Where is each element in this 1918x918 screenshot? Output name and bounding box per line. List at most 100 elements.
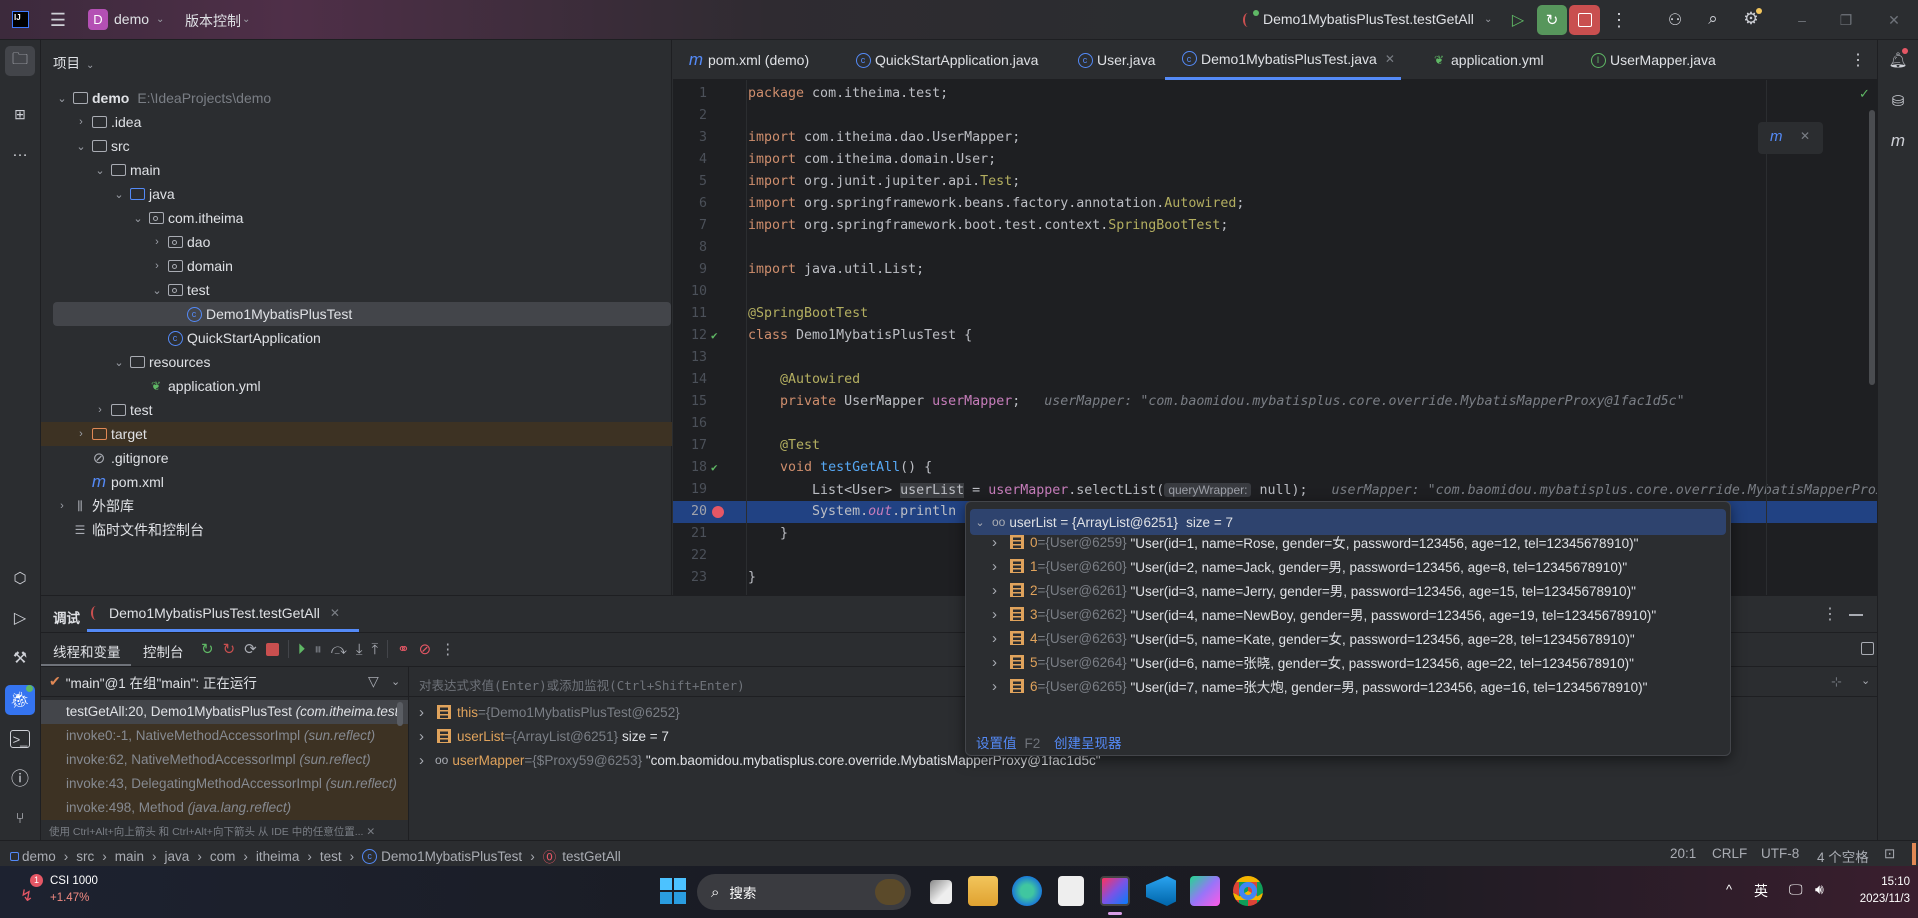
file-encoding[interactable]: UTF-8 xyxy=(1761,846,1799,861)
tree-item[interactable]: ⌄ resources xyxy=(41,350,672,374)
frames-scrollbar[interactable] xyxy=(397,702,403,726)
run-tool-icon[interactable]: ▷ xyxy=(8,606,32,630)
filter-icon[interactable]: ▽ xyxy=(368,673,379,690)
chevron-right-icon[interactable]: › xyxy=(992,582,1006,599)
close-icon[interactable]: ✕ xyxy=(366,826,375,838)
maven-icon[interactable]: m xyxy=(1887,130,1909,152)
popup-item-row[interactable]: › 4 = {User@6263} "User(id=5, name=Kate, … xyxy=(992,626,1635,650)
tree-item[interactable]: ❦ application.yml xyxy=(41,374,672,398)
editor-tab[interactable]: ❦ application.yml xyxy=(1428,40,1544,80)
chevron-down-icon[interactable]: ⌄ xyxy=(1861,674,1870,687)
editor-tab[interactable]: c Demo1MybatisPlusTest.java ✕ xyxy=(1165,40,1401,80)
tree-item[interactable]: › dao xyxy=(41,230,672,254)
editor-tab[interactable]: c QuickStartApplication.java xyxy=(852,40,1038,80)
main-menu-icon[interactable]: ☰ xyxy=(48,10,68,30)
chevron-right-icon[interactable]: › xyxy=(992,558,1006,575)
git-icon[interactable]: ⑂ xyxy=(8,806,32,830)
code-line[interactable]: 19 List<User> userList = userMapper.sele… xyxy=(673,479,1877,501)
chrome-icon[interactable] xyxy=(1233,876,1263,906)
code-line[interactable]: 2 xyxy=(673,105,1877,127)
resume-icon[interactable]: ⏵ xyxy=(298,641,306,658)
stack-frame[interactable]: invoke:62, NativeMethodAccessorImpl (sun… xyxy=(41,748,408,772)
stock-widget[interactable]: ↯ 1 CSI 1000 +1.47% xyxy=(20,874,110,912)
code-line[interactable]: 3 import com.itheima.dao.UserMapper; xyxy=(673,127,1877,149)
tree-item[interactable]: ☰ 临时文件和控制台 xyxy=(41,518,672,542)
chevron-down-icon[interactable]: ⌄ xyxy=(74,140,88,153)
editor-tab[interactable]: I UserMapper.java xyxy=(1587,40,1716,80)
chevron-down-icon[interactable]: ⌄ xyxy=(242,14,250,25)
tab-more-icon[interactable]: ⋮ xyxy=(1850,50,1866,70)
chevron-down-icon[interactable]: ⌄ xyxy=(1484,14,1492,25)
stop-icon[interactable] xyxy=(265,642,279,656)
tree-item[interactable]: › domain xyxy=(41,254,672,278)
edge-browser-icon[interactable] xyxy=(1012,876,1042,906)
chevron-down-icon[interactable]: ⌄ xyxy=(55,92,69,105)
chevron-down-icon[interactable]: ⌄ xyxy=(391,675,400,688)
clock[interactable]: 15:10 2023/11/3 xyxy=(1840,874,1910,908)
thread-selector[interactable]: ✔ "main"@1 在组"main": 正在运行 ▽ ⌄ xyxy=(41,667,408,697)
popup-item-row[interactable]: › 5 = {User@6264} "User(id=6, name=张晓, ge… xyxy=(992,650,1634,674)
stop-button[interactable] xyxy=(1569,5,1600,35)
code-line[interactable]: 5 import org.junit.jupiter.api.Test; xyxy=(673,171,1877,193)
chevron-right-icon[interactable]: › xyxy=(55,500,69,512)
vcs-menu[interactable]: 版本控制 xyxy=(185,11,241,31)
popup-item-row[interactable]: › 6 = {User@6265} "User(id=7, name=张大炮, g… xyxy=(992,674,1647,698)
chevron-right-icon[interactable]: › xyxy=(419,752,433,769)
debug-options-icon[interactable]: ⋮ xyxy=(1822,604,1838,624)
tree-item[interactable]: c Demo1MybatisPlusTest xyxy=(53,302,671,326)
chevron-right-icon[interactable]: › xyxy=(74,428,88,440)
more-icon[interactable]: ⋮ xyxy=(440,640,455,658)
code-line[interactable]: 16 xyxy=(673,413,1877,435)
network-icon[interactable]: 🖵︎ xyxy=(1789,881,1803,898)
popup-item-row[interactable]: › 3 = {User@6262} "User(id=4, name=NewBoy… xyxy=(992,602,1656,626)
build-hammer-icon[interactable]: ⚒ xyxy=(8,646,32,670)
editor-tab[interactable]: c User.java xyxy=(1074,40,1155,80)
tree-item[interactable]: › test xyxy=(41,398,672,422)
code-line[interactable]: 12 ✔ class Demo1MybatisPlusTest { xyxy=(673,325,1877,347)
breadcrumb-item[interactable]: demo xyxy=(22,849,56,864)
structure-tool-icon[interactable]: ⊞ xyxy=(8,102,32,126)
stack-frame[interactable]: invoke:498, Method (java.lang.reflect) xyxy=(41,796,408,820)
code-line[interactable]: 17 @Test xyxy=(673,435,1877,457)
run-icon[interactable]: ▷ xyxy=(1508,10,1528,30)
maven-reload-popup[interactable]: m ✕ xyxy=(1758,122,1823,154)
search-icon[interactable]: ⌕ xyxy=(1702,8,1724,30)
project-view-selector[interactable]: 项目 ⌄ xyxy=(53,52,94,72)
project-name-menu[interactable]: demo xyxy=(114,11,149,27)
close-icon[interactable]: ✕ xyxy=(1385,52,1395,66)
mute-breakpoints-icon[interactable]: ⊘ xyxy=(419,640,432,658)
breakpoint-icon[interactable] xyxy=(712,506,724,518)
add-user-icon[interactable]: ⚇ xyxy=(1664,9,1686,31)
minimize-icon[interactable]: – xyxy=(1792,10,1812,30)
taskbar-search[interactable]: ⌕ 搜索 xyxy=(697,874,911,910)
tray-overflow-icon[interactable]: ^ xyxy=(1726,882,1732,897)
chevron-right-icon[interactable]: › xyxy=(992,534,1006,551)
breadcrumb-item[interactable]: main xyxy=(115,849,144,864)
tree-item[interactable]: ⌄ src xyxy=(41,134,672,158)
variable-row[interactable]: › this = {Demo1MybatisPlusTest@6252} xyxy=(419,700,680,724)
maven-reload-icon[interactable]: m xyxy=(1770,128,1783,145)
chevron-down-icon[interactable]: ⌄ xyxy=(112,356,126,369)
create-renderer-link[interactable]: 创建呈现器 xyxy=(1054,732,1122,752)
step-out-icon[interactable]: ⤒ xyxy=(371,641,378,658)
code-line[interactable]: 13 xyxy=(673,347,1877,369)
close-icon[interactable]: ✕ xyxy=(330,606,340,620)
intellij-idea-taskbar-icon[interactable] xyxy=(1100,876,1130,906)
breadcrumb-item[interactable]: Demo1MybatisPlusTest xyxy=(381,849,522,864)
chevron-right-icon[interactable]: › xyxy=(93,404,107,416)
tree-item[interactable]: ⌄ com.itheima xyxy=(41,206,672,230)
line-separator[interactable]: CRLF xyxy=(1712,846,1747,861)
code-line[interactable]: 18 ✔ void testGetAll() { xyxy=(673,457,1877,479)
tree-item[interactable]: › ⫼ 外部库 xyxy=(41,494,672,518)
popup-item-row[interactable]: › 0 = {User@6259} "User(id=1, name=Rose, … xyxy=(992,530,1638,554)
breadcrumb-item[interactable]: test xyxy=(320,849,342,864)
hide-panel-icon[interactable] xyxy=(1849,614,1863,616)
more-actions-icon[interactable]: ⋮ xyxy=(1610,10,1628,30)
chevron-right-icon[interactable]: › xyxy=(419,704,433,721)
caret-position[interactable]: 20:1 xyxy=(1670,846,1696,861)
code-line[interactable]: 6 import org.springframework.beans.factor… xyxy=(673,193,1877,215)
breadcrumb-item[interactable]: java xyxy=(165,849,190,864)
tree-item[interactable]: m pom.xml xyxy=(41,470,672,494)
chevron-down-icon[interactable]: ⌄ xyxy=(156,14,164,25)
close-icon[interactable]: ✕ xyxy=(1800,129,1810,143)
